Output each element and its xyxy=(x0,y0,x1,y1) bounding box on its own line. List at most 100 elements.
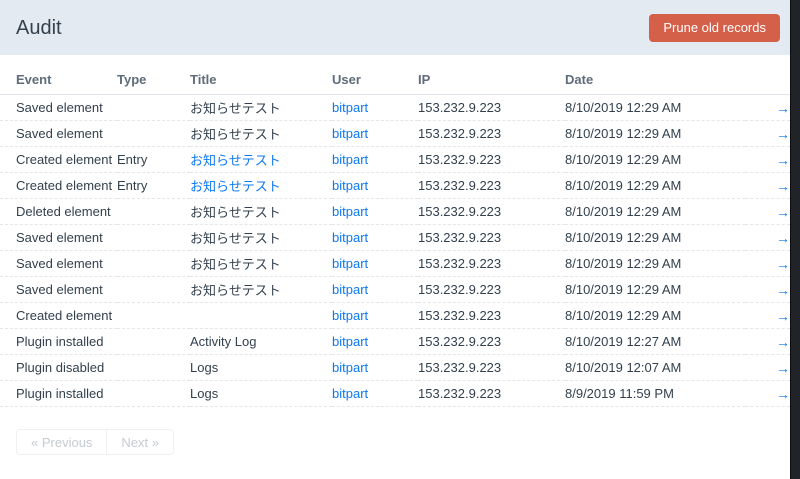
table-row[interactable]: Saved element お知らせテスト bitpart 153.232.9.… xyxy=(0,120,790,147)
column-header-actions xyxy=(745,72,790,95)
user-link[interactable]: bitpart xyxy=(332,308,368,323)
ip-cell: 153.232.9.223 xyxy=(418,302,565,329)
event-cell: Saved element xyxy=(0,276,117,303)
user-cell: bitpart xyxy=(332,276,418,303)
event-cell: Created element xyxy=(0,146,117,173)
table-row[interactable]: Saved element お知らせテスト bitpart 153.232.9.… xyxy=(0,250,790,277)
user-cell: bitpart xyxy=(332,146,418,173)
event-cell: Saved element xyxy=(0,120,117,147)
user-cell: bitpart xyxy=(332,198,418,225)
title-cell: お知らせテスト xyxy=(190,250,332,277)
column-header-type: Type xyxy=(117,72,190,95)
audit-page: Audit Prune old records Event Type Title… xyxy=(0,0,800,479)
detail-arrow-icon[interactable]: → xyxy=(776,256,790,272)
arrow-cell: → xyxy=(745,250,790,277)
user-link[interactable]: bitpart xyxy=(332,230,368,245)
user-link[interactable]: bitpart xyxy=(332,126,368,141)
table-row[interactable]: Saved element お知らせテスト bitpart 153.232.9.… xyxy=(0,276,790,303)
date-cell: 8/10/2019 12:29 AM xyxy=(565,224,745,251)
arrow-cell: → xyxy=(745,94,790,121)
detail-arrow-icon[interactable]: → xyxy=(776,204,790,220)
user-cell: bitpart xyxy=(332,224,418,251)
user-link[interactable]: bitpart xyxy=(332,282,368,297)
user-cell: bitpart xyxy=(332,250,418,277)
date-cell: 8/10/2019 12:27 AM xyxy=(565,328,745,355)
user-link[interactable]: bitpart xyxy=(332,204,368,219)
user-link[interactable]: bitpart xyxy=(332,334,368,349)
detail-arrow-icon[interactable]: → xyxy=(776,308,790,324)
detail-arrow-icon[interactable]: → xyxy=(776,282,790,298)
table-row[interactable]: Created element Entry お知らせテスト bitpart 15… xyxy=(0,172,790,199)
arrow-cell: → xyxy=(745,146,790,173)
table-row[interactable]: Saved element お知らせテスト bitpart 153.232.9.… xyxy=(0,224,790,251)
table-row[interactable]: Created element bitpart 153.232.9.223 8/… xyxy=(0,302,790,329)
title-cell: Activity Log xyxy=(190,328,332,355)
title-cell: お知らせテスト xyxy=(190,120,332,147)
arrow-cell: → xyxy=(745,380,790,407)
user-link[interactable]: bitpart xyxy=(332,256,368,271)
table-row[interactable]: Saved element お知らせテスト bitpart 153.232.9.… xyxy=(0,94,790,121)
type-cell xyxy=(117,354,190,381)
arrow-cell: → xyxy=(745,328,790,355)
type-cell xyxy=(117,120,190,147)
detail-arrow-icon[interactable]: → xyxy=(776,386,790,402)
detail-arrow-icon[interactable]: → xyxy=(776,230,790,246)
table-row[interactable]: Plugin installed Activity Log bitpart 15… xyxy=(0,328,790,355)
title-cell: Logs xyxy=(190,380,332,407)
ip-cell: 153.232.9.223 xyxy=(418,328,565,355)
date-cell: 8/10/2019 12:29 AM xyxy=(565,94,745,121)
event-cell: Created element xyxy=(0,172,117,199)
ip-cell: 153.232.9.223 xyxy=(418,146,565,173)
ip-cell: 153.232.9.223 xyxy=(418,198,565,225)
previous-page-button[interactable]: « Previous xyxy=(16,429,108,455)
detail-arrow-icon[interactable]: → xyxy=(776,360,790,376)
pagination: « Previous Next » xyxy=(16,429,174,455)
user-cell: bitpart xyxy=(332,380,418,407)
arrow-cell: → xyxy=(745,198,790,225)
table-row[interactable]: Deleted element お知らせテスト bitpart 153.232.… xyxy=(0,198,790,225)
user-link[interactable]: bitpart xyxy=(332,152,368,167)
title-cell xyxy=(190,302,332,329)
arrow-cell: → xyxy=(745,302,790,329)
user-cell: bitpart xyxy=(332,328,418,355)
title-cell: お知らせテスト xyxy=(190,276,332,303)
user-cell: bitpart xyxy=(332,302,418,329)
detail-arrow-icon[interactable]: → xyxy=(776,126,790,142)
detail-arrow-icon[interactable]: → xyxy=(776,178,790,194)
table-row[interactable]: Plugin installed Logs bitpart 153.232.9.… xyxy=(0,380,790,407)
arrow-cell: → xyxy=(745,120,790,147)
prune-old-records-button[interactable]: Prune old records xyxy=(649,13,780,42)
user-link[interactable]: bitpart xyxy=(332,100,368,115)
date-cell: 8/10/2019 12:29 AM xyxy=(565,302,745,329)
event-cell: Plugin installed xyxy=(0,380,117,407)
user-cell: bitpart xyxy=(332,172,418,199)
type-cell xyxy=(117,328,190,355)
next-page-button[interactable]: Next » xyxy=(106,429,174,455)
arrow-cell: → xyxy=(745,172,790,199)
ip-cell: 153.232.9.223 xyxy=(418,354,565,381)
event-cell: Saved element xyxy=(0,250,117,277)
arrow-cell: → xyxy=(745,276,790,303)
screen-right-edge-strip xyxy=(790,0,800,479)
table-header-row: Event Type Title User IP Date xyxy=(0,72,790,95)
title-cell: お知らせテスト xyxy=(190,172,332,199)
table-row[interactable]: Plugin disabled Logs bitpart 153.232.9.2… xyxy=(0,354,790,381)
user-link[interactable]: bitpart xyxy=(332,360,368,375)
detail-arrow-icon[interactable]: → xyxy=(776,334,790,350)
type-cell xyxy=(117,250,190,277)
type-cell: Entry xyxy=(117,146,190,173)
type-cell xyxy=(117,302,190,329)
table-row[interactable]: Created element Entry お知らせテスト bitpart 15… xyxy=(0,146,790,173)
detail-arrow-icon[interactable]: → xyxy=(776,152,790,168)
event-cell: Plugin disabled xyxy=(0,354,117,381)
user-cell: bitpart xyxy=(332,354,418,381)
user-link[interactable]: bitpart xyxy=(332,178,368,193)
type-cell xyxy=(117,198,190,225)
column-header-user: User xyxy=(332,72,418,95)
user-link[interactable]: bitpart xyxy=(332,386,368,401)
date-cell: 8/10/2019 12:29 AM xyxy=(565,120,745,147)
ip-cell: 153.232.9.223 xyxy=(418,276,565,303)
title-cell: お知らせテスト xyxy=(190,224,332,251)
detail-arrow-icon[interactable]: → xyxy=(776,100,790,116)
ip-cell: 153.232.9.223 xyxy=(418,120,565,147)
